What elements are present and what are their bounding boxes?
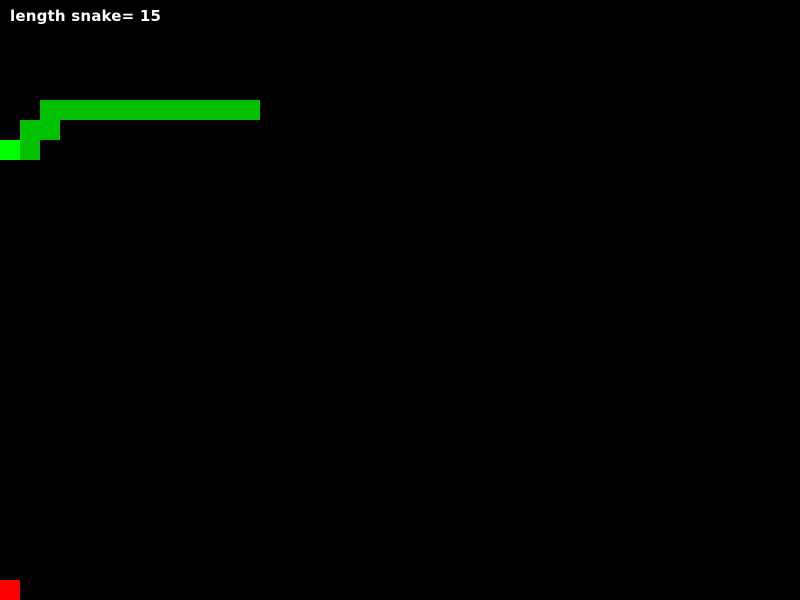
snake-body-segment: [20, 140, 40, 160]
snake-body-segment: [20, 120, 40, 140]
snake-body-segment: [40, 120, 60, 140]
snake-body-segment: [240, 100, 260, 120]
snake-body-segment: [140, 100, 160, 120]
snake-body-segment: [120, 100, 140, 120]
snake-length-label: length snake= 15: [10, 7, 162, 25]
food-pellet: [0, 580, 20, 600]
snake-body-segment: [220, 100, 240, 120]
snake-body-segment: [80, 100, 100, 120]
snake-body-segment: [200, 100, 220, 120]
snake-body-segment: [180, 100, 200, 120]
snake-body-segment: [160, 100, 180, 120]
snake-head: [0, 140, 20, 160]
snake-body-segment: [60, 100, 80, 120]
snake-body-segment: [100, 100, 120, 120]
game-board[interactable]: length snake= 15: [0, 0, 800, 600]
snake-body-segment: [40, 100, 60, 120]
